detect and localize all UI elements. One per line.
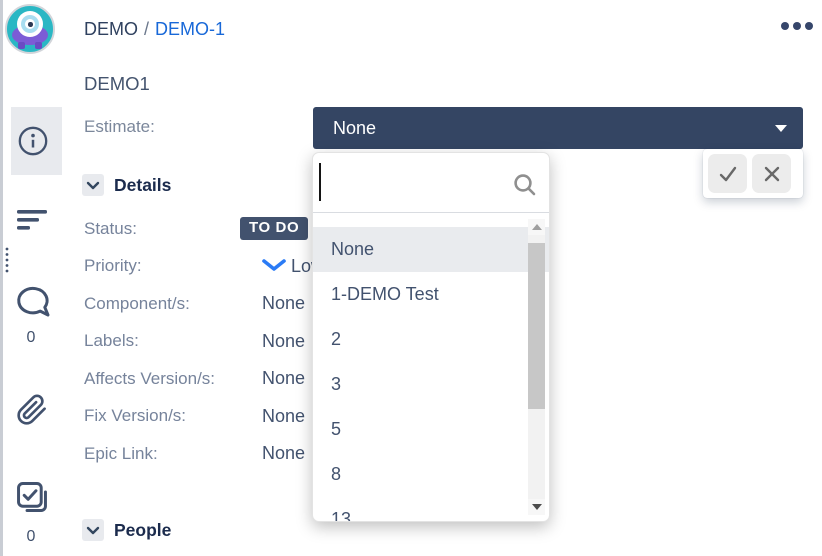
option-5[interactable]: 5	[313, 407, 549, 452]
chevron-down-icon[interactable]	[82, 519, 104, 541]
estimate-select[interactable]: None	[313, 107, 803, 149]
field-label: Component/s:	[84, 294, 262, 314]
dropdown-options-list: None 1-DEMO Test 2 3 5 8 13	[313, 214, 549, 521]
field-label: Affects Version/s:	[84, 369, 262, 389]
attachments-paperclip-icon[interactable]	[16, 394, 48, 431]
status-badge[interactable]: TO DO	[240, 217, 308, 240]
confirm-check-button[interactable]	[708, 154, 747, 193]
estimate-dropdown-panel: None 1-DEMO Test 2 3 5 8 13	[312, 152, 550, 522]
labels-value[interactable]: None	[262, 331, 305, 352]
estimate-field-label: Estimate:	[84, 117, 155, 137]
comments-icon[interactable]	[14, 284, 52, 325]
sidebar-divider	[0, 0, 3, 556]
scrollbar-thumb[interactable]	[528, 243, 545, 409]
estimate-selected-value: None	[313, 107, 803, 149]
breadcrumb-issue-link[interactable]: DEMO-1	[155, 19, 225, 39]
option-8[interactable]: 8	[313, 452, 549, 497]
avatar-monster-leg	[35, 42, 42, 49]
scrollbar-up-arrow[interactable]	[528, 219, 545, 235]
priority-low-icon	[262, 256, 286, 277]
option-13[interactable]: 13	[313, 497, 549, 522]
chevron-down-icon[interactable]	[82, 174, 104, 196]
field-label: Labels:	[84, 331, 262, 351]
affects-versions-value[interactable]: None	[262, 368, 305, 389]
subtasks-icon[interactable]	[15, 480, 49, 519]
option-3[interactable]: 3	[313, 362, 549, 407]
info-icon[interactable]	[18, 126, 48, 161]
field-label: Priority:	[84, 256, 262, 276]
close-icon	[762, 164, 782, 184]
dropdown-scrollbar[interactable]	[528, 219, 545, 515]
people-section-title: People	[114, 520, 171, 541]
field-label: Epic Link:	[84, 444, 262, 464]
select-caret-icon	[775, 125, 787, 132]
option-none[interactable]: None	[313, 227, 549, 272]
epic-link-value[interactable]: None	[262, 443, 305, 464]
people-section-header[interactable]: People	[82, 519, 171, 541]
more-actions-kebab-icon[interactable]	[781, 22, 813, 30]
issue-summary: DEMO1	[84, 73, 150, 95]
avatar-monster-eye	[28, 22, 33, 27]
avatar-monster-leg	[18, 42, 25, 49]
search-icon	[513, 173, 537, 202]
drag-dots-icon[interactable]	[4, 246, 10, 279]
field-label: Fix Version/s:	[84, 406, 262, 426]
check-icon	[717, 163, 739, 185]
details-section-header[interactable]: Details	[82, 174, 171, 196]
cancel-x-button[interactable]	[752, 154, 791, 193]
text-cursor	[319, 163, 321, 201]
details-section-title: Details	[114, 175, 171, 196]
fix-versions-value[interactable]: None	[262, 406, 305, 427]
dropdown-search-box	[313, 153, 549, 213]
breadcrumb: DEMO/DEMO-1	[84, 19, 225, 40]
project-avatar[interactable]	[5, 4, 55, 54]
comments-count: 0	[0, 329, 62, 347]
option-1-demo-test[interactable]: 1-DEMO Test	[313, 272, 549, 317]
field-label: Status:	[84, 219, 240, 239]
components-value[interactable]: None	[262, 293, 305, 314]
sidebar: 0 0	[0, 0, 62, 556]
scrollbar-down-arrow[interactable]	[528, 499, 545, 515]
worklog-list-icon[interactable]	[17, 209, 49, 236]
inline-edit-confirm-panel	[703, 149, 803, 198]
breadcrumb-separator: /	[138, 19, 155, 39]
option-2[interactable]: 2	[313, 317, 549, 362]
subtasks-count: 0	[0, 528, 62, 546]
breadcrumb-project-link[interactable]: DEMO	[84, 19, 138, 39]
dropdown-search-input[interactable]	[323, 161, 503, 205]
